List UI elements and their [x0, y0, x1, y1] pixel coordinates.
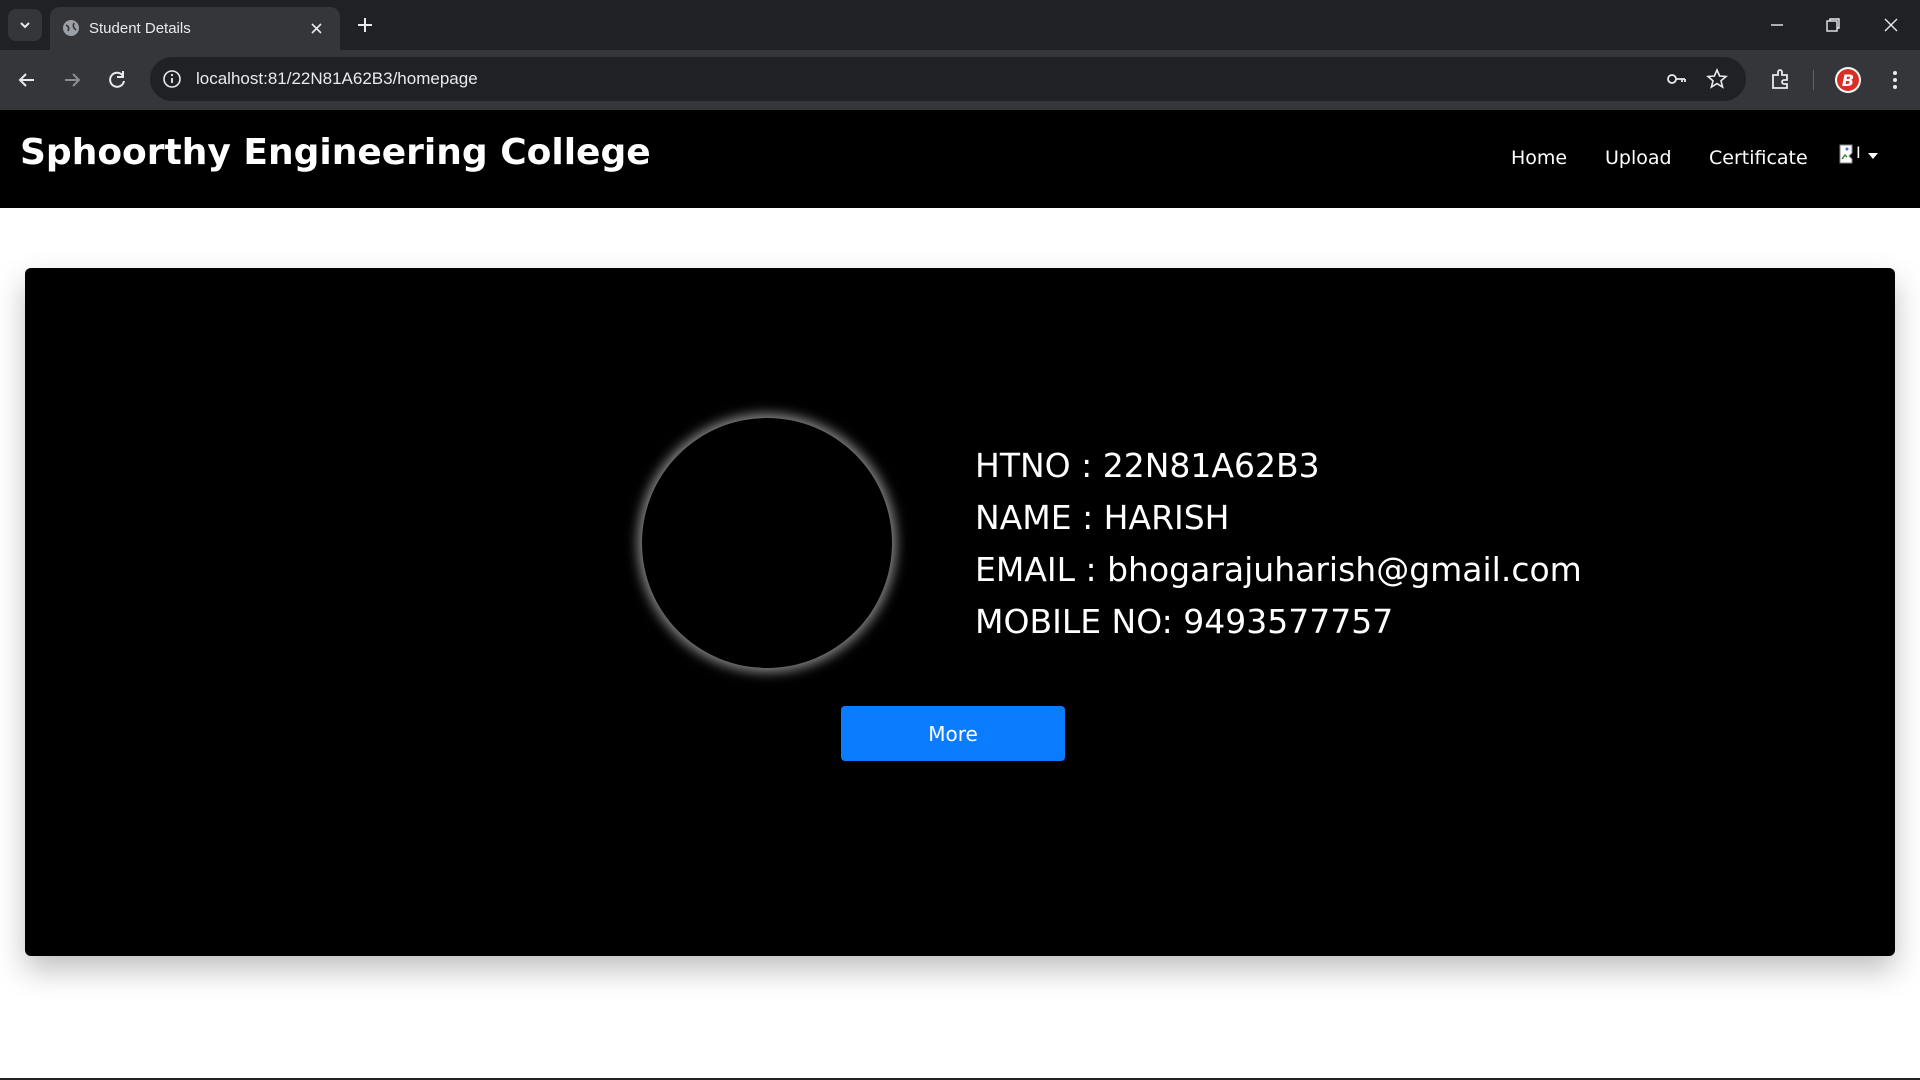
- student-card: HTNO : 22N81A62B3 NAME : HARISH EMAIL : …: [25, 268, 1895, 956]
- kebab-menu-icon[interactable]: [1882, 67, 1908, 93]
- minimize-icon[interactable]: [1766, 14, 1788, 36]
- site-brand[interactable]: Sphoorthy Engineering College: [20, 132, 651, 173]
- profile-alt-text: I: [1856, 143, 1861, 162]
- arrow-left-icon[interactable]: [14, 67, 40, 93]
- tab-title: Student Details: [89, 20, 191, 37]
- chevron-down-icon: [20, 22, 30, 29]
- tab-search-button[interactable]: [8, 9, 42, 41]
- nav-certificate-link[interactable]: Certificate: [1709, 147, 1808, 169]
- student-info: HTNO : 22N81A62B3 NAME : HARISH EMAIL : …: [975, 440, 1582, 648]
- key-icon[interactable]: [1665, 68, 1687, 90]
- email-text: EMAIL : bhogarajuharish@gmail.com: [975, 550, 1582, 589]
- close-icon[interactable]: [308, 20, 325, 37]
- nav-upload-link[interactable]: Upload: [1605, 147, 1672, 169]
- profile-photo: [642, 418, 892, 668]
- htno-text: HTNO : 22N81A62B3: [975, 446, 1320, 485]
- more-button[interactable]: More: [841, 706, 1065, 761]
- profile-icon[interactable]: B: [1834, 66, 1862, 94]
- nav-home-link[interactable]: Home: [1511, 147, 1567, 169]
- puzzle-icon[interactable]: [1768, 67, 1794, 93]
- info-icon[interactable]: [162, 69, 182, 89]
- reload-icon[interactable]: [104, 67, 130, 93]
- browser-tabstrip: Student Details: [0, 0, 1920, 50]
- caret-down-icon[interactable]: [1868, 153, 1878, 159]
- address-bar[interactable]: localhost:81/22N81A62B3/homepage: [150, 57, 1746, 101]
- star-icon[interactable]: [1706, 68, 1728, 90]
- plus-icon[interactable]: [354, 14, 376, 36]
- mobile-text: MOBILE NO: 9493577757: [975, 602, 1394, 641]
- restore-icon[interactable]: [1822, 14, 1844, 36]
- url-text[interactable]: localhost:81/22N81A62B3/homepage: [196, 69, 478, 89]
- name-text: NAME : HARISH: [975, 498, 1230, 537]
- site-navbar: Sphoorthy Engineering College Home Uploa…: [0, 110, 1920, 208]
- browser-tab[interactable]: Student Details: [50, 7, 340, 50]
- toolbar-divider: [1813, 70, 1814, 90]
- svg-text:B: B: [1842, 71, 1854, 90]
- globe-icon: [63, 20, 79, 36]
- arrow-right-icon[interactable]: [59, 67, 85, 93]
- broken-image-icon[interactable]: I: [1838, 143, 1862, 165]
- browser-toolbar: localhost:81/22N81A62B3/homepage B: [0, 50, 1920, 110]
- close-window-icon[interactable]: [1880, 14, 1902, 36]
